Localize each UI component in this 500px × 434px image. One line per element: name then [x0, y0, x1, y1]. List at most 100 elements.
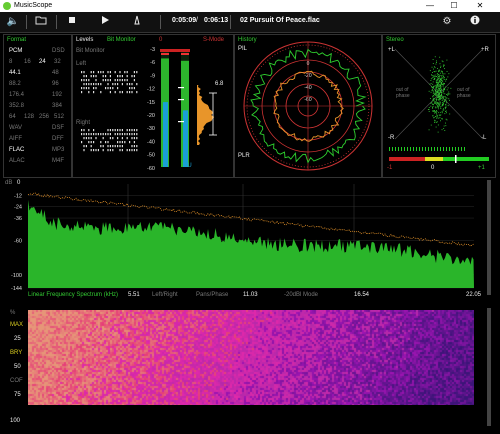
stereo-sample: [440, 86, 442, 88]
history-radar-graphic: -60-40-200: [243, 41, 373, 171]
bit-dot: [121, 75, 123, 78]
stereo-sample: [443, 77, 445, 79]
format-cell: 256: [39, 114, 50, 120]
bit-dot: [114, 79, 116, 82]
bit-dot: [102, 79, 104, 82]
bit-dot: [88, 91, 90, 94]
bit-dot: [117, 133, 119, 136]
level-tick-label: -3: [150, 47, 155, 53]
close-button[interactable]: ✕: [470, 1, 490, 10]
volume-icon[interactable]: 🔈: [6, 15, 20, 29]
bit-dot: [126, 71, 128, 74]
stereo-sample: [441, 80, 443, 82]
bit-dot: [95, 79, 97, 82]
metronome-icon[interactable]: [130, 15, 144, 29]
stereo-sample: [436, 83, 438, 85]
spectrum-scrollbar[interactable]: [487, 180, 491, 295]
bit-dot: [126, 83, 128, 86]
stereo-sample: [433, 112, 435, 114]
stereo-sample: [437, 77, 439, 79]
sonogram-scrollbar[interactable]: [487, 308, 491, 426]
stereo-sample: [444, 99, 446, 101]
stereo-sample: [436, 62, 437, 63]
bit-dot: [83, 133, 85, 136]
spectrum-y-label: -24: [14, 205, 22, 211]
bit-dot: [133, 141, 135, 144]
stereo-sample: [441, 92, 442, 94]
stereo-sample: [444, 73, 446, 75]
balance-tick: [410, 147, 411, 151]
stereo-sample: [438, 76, 440, 78]
settings-gear-icon[interactable]: ⚙: [440, 15, 454, 29]
stereo-sample: [432, 81, 434, 83]
level-tick-label: -60: [147, 166, 155, 172]
minimize-button[interactable]: —: [420, 1, 440, 10]
bit-dot: [136, 83, 138, 86]
stereo-sample: [432, 98, 434, 100]
bit-dot: [93, 133, 95, 136]
format-cell: 352.8: [9, 103, 25, 109]
bit-dot: [131, 145, 133, 148]
bit-dot: [85, 75, 87, 78]
stereo-sample: [428, 90, 430, 92]
pans-phase-mode[interactable]: Pans/Phase: [196, 292, 228, 298]
bit-dot: [93, 87, 95, 90]
stereo-sample: [441, 99, 443, 101]
stop-icon[interactable]: [65, 15, 79, 29]
stereo-sample: [440, 91, 442, 93]
stereo-sample: [435, 110, 437, 111]
bit-dot: [112, 145, 114, 148]
divider: [160, 15, 161, 29]
bit-dot: [81, 133, 83, 136]
stereo-sample: [438, 79, 440, 81]
stereo-sample: [428, 111, 430, 112]
stereo-sample: [438, 90, 440, 92]
stereo-sample: [431, 90, 433, 92]
format-cell: 48: [52, 70, 59, 76]
bit-dot: [85, 145, 87, 148]
stereo-sample: [442, 76, 444, 77]
format-title: Format: [7, 37, 27, 43]
format-cell: DSF: [52, 125, 64, 131]
bit-dot: [114, 129, 116, 132]
stereo-sample: [446, 119, 448, 121]
bit-dot: [119, 75, 121, 78]
bit-dot: [105, 79, 107, 82]
format-cell: PCM: [9, 48, 23, 54]
stereo-sample: [431, 86, 433, 87]
bit-dot: [105, 87, 107, 90]
stereo-sample: [438, 74, 440, 75]
bit-dot: [119, 141, 121, 144]
stereo-sample: [437, 124, 439, 126]
format-cell: DSD: [52, 48, 65, 54]
sono-cof: COF: [10, 378, 23, 384]
stereo-sample: [439, 86, 441, 88]
divider: [230, 15, 231, 29]
play-icon[interactable]: [98, 15, 112, 29]
stereo-sample: [430, 79, 432, 81]
stereo-sample: [449, 99, 450, 101]
bit-dot: [119, 71, 121, 74]
phase-scale-plus: +1: [478, 165, 485, 171]
lu-label: LU: [184, 163, 192, 169]
stereo-sample: [446, 102, 448, 104]
level-tick-label: -12: [147, 87, 155, 93]
stereo-sample: [438, 117, 440, 119]
bit-dot: [121, 91, 123, 94]
bit-dot: [85, 133, 87, 136]
bit-dot: [88, 141, 90, 144]
bit-dot: [109, 133, 111, 136]
maximize-button[interactable]: ☐: [444, 1, 464, 10]
left-right-mode[interactable]: Left/Right: [152, 292, 178, 298]
folder-open-icon[interactable]: [34, 15, 48, 29]
minus20-mode[interactable]: -20dBl Mode: [284, 292, 318, 298]
info-icon[interactable]: [468, 15, 482, 29]
stereo-sample: [438, 102, 440, 104]
stereo-sample: [448, 91, 450, 93]
stereo-sample: [446, 59, 448, 61]
bit-dot: [83, 87, 85, 90]
stereo-sample: [432, 75, 434, 77]
stereo-sample: [442, 73, 444, 75]
bit-dot: [97, 133, 99, 136]
bit-dot: [83, 145, 85, 148]
